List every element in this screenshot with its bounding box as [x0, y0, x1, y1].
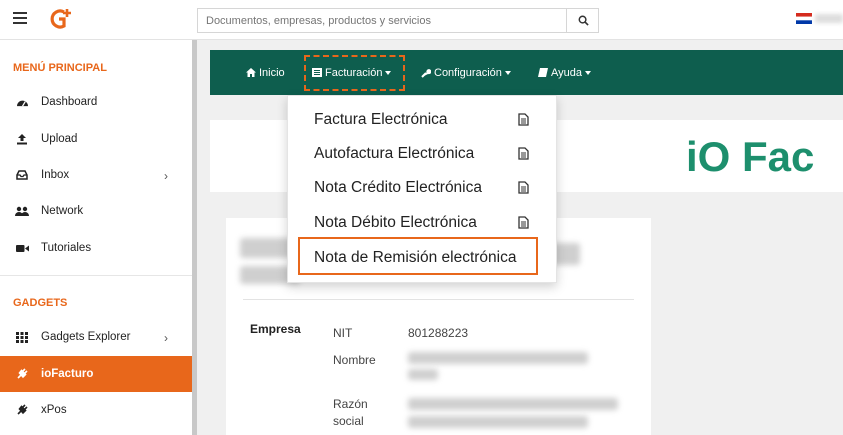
- video-icon: [15, 244, 29, 253]
- book-icon: [538, 68, 548, 77]
- razon-social-label-line2: social: [333, 414, 364, 428]
- menu-item-label: Factura Electrónica: [314, 111, 448, 128]
- sidebar-item-xpos[interactable]: xPos: [0, 392, 192, 428]
- upload-icon: [15, 133, 29, 145]
- sidebar-item-label: Gadgets Explorer: [41, 331, 131, 343]
- nav-label: Inicio: [259, 66, 285, 79]
- hamburger-icon[interactable]: [13, 12, 27, 24]
- nit-value: 801288223: [408, 326, 469, 340]
- sidebar-item-label: Dashboard: [41, 96, 98, 108]
- plug-icon: [15, 368, 29, 380]
- search-icon: [578, 15, 589, 26]
- nota-remision-highlight-box: [298, 237, 538, 275]
- sidebar-item-network[interactable]: Network: [0, 193, 192, 229]
- search-box: [197, 8, 599, 33]
- menu-item-factura-electronica[interactable]: Factura Electrónica: [288, 103, 558, 137]
- menu-item-nota-debito[interactable]: Nota Débito Electrónica: [288, 206, 558, 240]
- plug-icon: [15, 404, 29, 416]
- document-icon: [518, 216, 529, 229]
- search-input[interactable]: [198, 9, 566, 32]
- g-plus-logo[interactable]: [48, 7, 72, 31]
- card-divider: [243, 299, 634, 300]
- nav-label: Configuración: [434, 66, 502, 79]
- facturacion-highlight-box: [304, 55, 405, 91]
- main-menu-title: MENÚ PRINCIPAL: [13, 62, 107, 74]
- nit-label: NIT: [333, 326, 353, 340]
- razon-social-value-blurred: [408, 398, 618, 410]
- menu-item-label: Nota Crédito Electrónica: [314, 179, 482, 196]
- document-icon: [518, 113, 529, 126]
- sidebar-item-label: xPos: [41, 404, 67, 416]
- wrench-icon: [421, 68, 431, 78]
- sidebar-item-dashboard[interactable]: Dashboard: [0, 84, 192, 120]
- nav-inicio[interactable]: Inicio: [246, 50, 285, 95]
- sidebar-item-label: Network: [41, 205, 84, 217]
- sidebar-item-label: Tutoriales: [41, 242, 92, 254]
- inbox-icon: [15, 170, 29, 180]
- menu-item-label: Nota Débito Electrónica: [314, 214, 477, 231]
- chevron-right-icon: ›: [164, 331, 168, 345]
- nav-configuracion[interactable]: Configuración: [421, 50, 511, 95]
- nombre-value-blurred: [408, 352, 588, 364]
- sidebar-item-label: ioFacturo: [41, 368, 94, 380]
- search-button[interactable]: [566, 8, 599, 33]
- nav-ayuda[interactable]: Ayuda: [538, 50, 591, 95]
- sidebar-item-label: Inbox: [41, 169, 70, 181]
- razon-social-label-line1: Razón: [333, 397, 368, 411]
- sidebar-scrollbar[interactable]: [192, 40, 197, 435]
- grid-icon: [15, 331, 29, 343]
- document-icon: [518, 181, 529, 194]
- nav-label: Ayuda: [551, 66, 582, 79]
- sidebar-item-iofacturo[interactable]: ioFacturo: [0, 356, 192, 392]
- menu-item-label: Autofactura Electrónica: [314, 145, 475, 162]
- chevron-right-icon: ›: [164, 169, 168, 183]
- caret-down-icon: [504, 70, 511, 75]
- sidebar-divider: [0, 275, 192, 276]
- iofacturo-brand-logo: iO Fac: [686, 133, 815, 180]
- language-label-blurred[interactable]: [815, 14, 843, 23]
- sidebar: MENÚ PRINCIPAL Dashboard Upload Inbox › …: [0, 40, 192, 435]
- caret-down-icon: [585, 70, 591, 75]
- gadgets-title: GADGETS: [13, 297, 68, 309]
- network-icon: [15, 206, 29, 217]
- dashboard-icon: [15, 97, 29, 108]
- sidebar-item-label: Upload: [41, 133, 78, 145]
- sidebar-item-inbox[interactable]: Inbox ›: [0, 157, 192, 193]
- sidebar-item-tutoriales[interactable]: Tutoriales: [0, 230, 192, 266]
- menu-item-autofactura-electronica[interactable]: Autofactura Electrónica: [288, 137, 558, 171]
- sidebar-item-upload[interactable]: Upload: [0, 121, 192, 157]
- empresa-label: Empresa: [250, 322, 301, 336]
- razon-social-value-blurred: [408, 416, 588, 428]
- document-icon: [518, 147, 529, 160]
- sidebar-item-gadgets-explorer[interactable]: Gadgets Explorer ›: [0, 319, 192, 355]
- menu-item-nota-credito[interactable]: Nota Crédito Electrónica: [288, 171, 558, 205]
- nombre-value-blurred: [408, 369, 438, 380]
- nombre-label: Nombre: [333, 353, 376, 367]
- top-bar: [0, 0, 843, 40]
- home-icon: [246, 68, 256, 77]
- paraguay-flag-icon[interactable]: [796, 13, 812, 24]
